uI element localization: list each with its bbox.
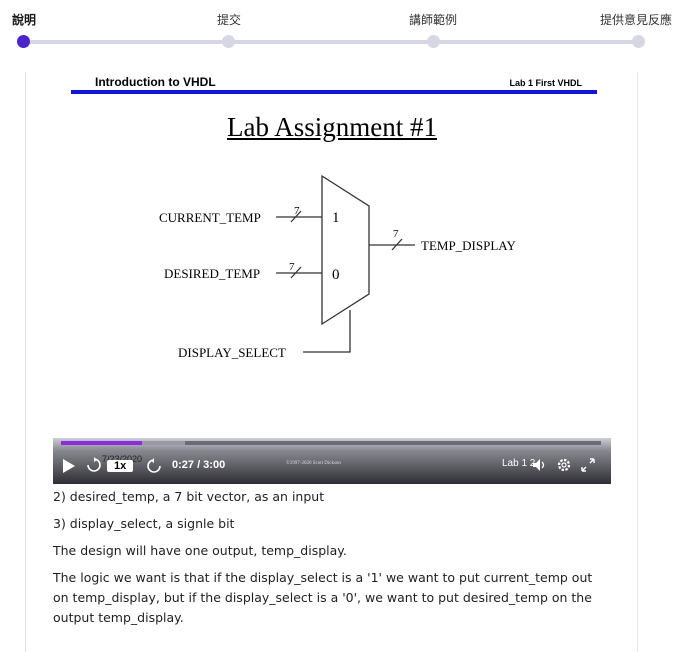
mux-shape	[321, 174, 370, 326]
rewind-icon[interactable]	[86, 457, 102, 473]
port-0-label: 0	[332, 267, 340, 283]
output-label: TEMP_DISPLAY	[421, 238, 516, 253]
instruction-logic-paragraph: The logic we want is that if the display…	[53, 570, 593, 625]
play-icon[interactable]	[63, 459, 75, 473]
instruction-output-line: The design will have one output, temp_di…	[53, 543, 347, 558]
input-b-label: DESIRED_TEMP	[164, 266, 260, 281]
step-dot-4[interactable]	[632, 35, 645, 48]
step-instructions[interactable]: 說明	[12, 11, 36, 28]
step-dot-1[interactable]	[17, 35, 30, 48]
step-dot-2[interactable]	[222, 35, 235, 48]
input-a-width: 7	[294, 205, 300, 217]
step-feedback[interactable]: 提供意見反應	[600, 11, 672, 28]
select-line	[303, 310, 351, 353]
stepper-track	[23, 40, 640, 44]
mux-diagram: CURRENT_TEMP DESIRED_TEMP TEMP_DISPLAY D…	[159, 174, 516, 360]
output-width: 7	[393, 228, 399, 240]
video-slide[interactable]: Introduction to VHDL Lab 1 First VHDL La…	[53, 72, 611, 484]
step-instructor-example[interactable]: 講師範例	[409, 11, 457, 28]
input-b-width: 7	[289, 261, 295, 273]
instruction-line-3: 3) display_select, a signle bit	[53, 516, 235, 531]
copyright-text: ©1997-2020 Scott Dickson	[286, 461, 341, 466]
port-1-label: 1	[332, 210, 340, 226]
select-label: DISPLAY_SELECT	[178, 345, 286, 360]
time-display: 0:27 / 3:00	[172, 459, 226, 471]
step-dot-3[interactable]	[427, 35, 440, 48]
settings-gear-icon[interactable]	[556, 457, 572, 473]
step-submit[interactable]: 提交	[217, 11, 241, 28]
video-controls: 7/23/2020 1x 0:27 / 3:00 ©1997-2020 Scot…	[53, 438, 611, 484]
instruction-line-2: 2) desired_temp, a 7 bit vector, as an i…	[53, 489, 325, 504]
stepper: 說明 提交 講師範例 提供意見反應	[0, 0, 676, 60]
input-a-label: CURRENT_TEMP	[159, 210, 261, 225]
fullscreen-icon[interactable]	[580, 457, 596, 473]
progress-played	[61, 441, 142, 445]
forward-icon[interactable]	[146, 458, 162, 474]
playback-speed-button[interactable]: 1x	[107, 460, 134, 472]
volume-icon[interactable]	[531, 457, 547, 473]
